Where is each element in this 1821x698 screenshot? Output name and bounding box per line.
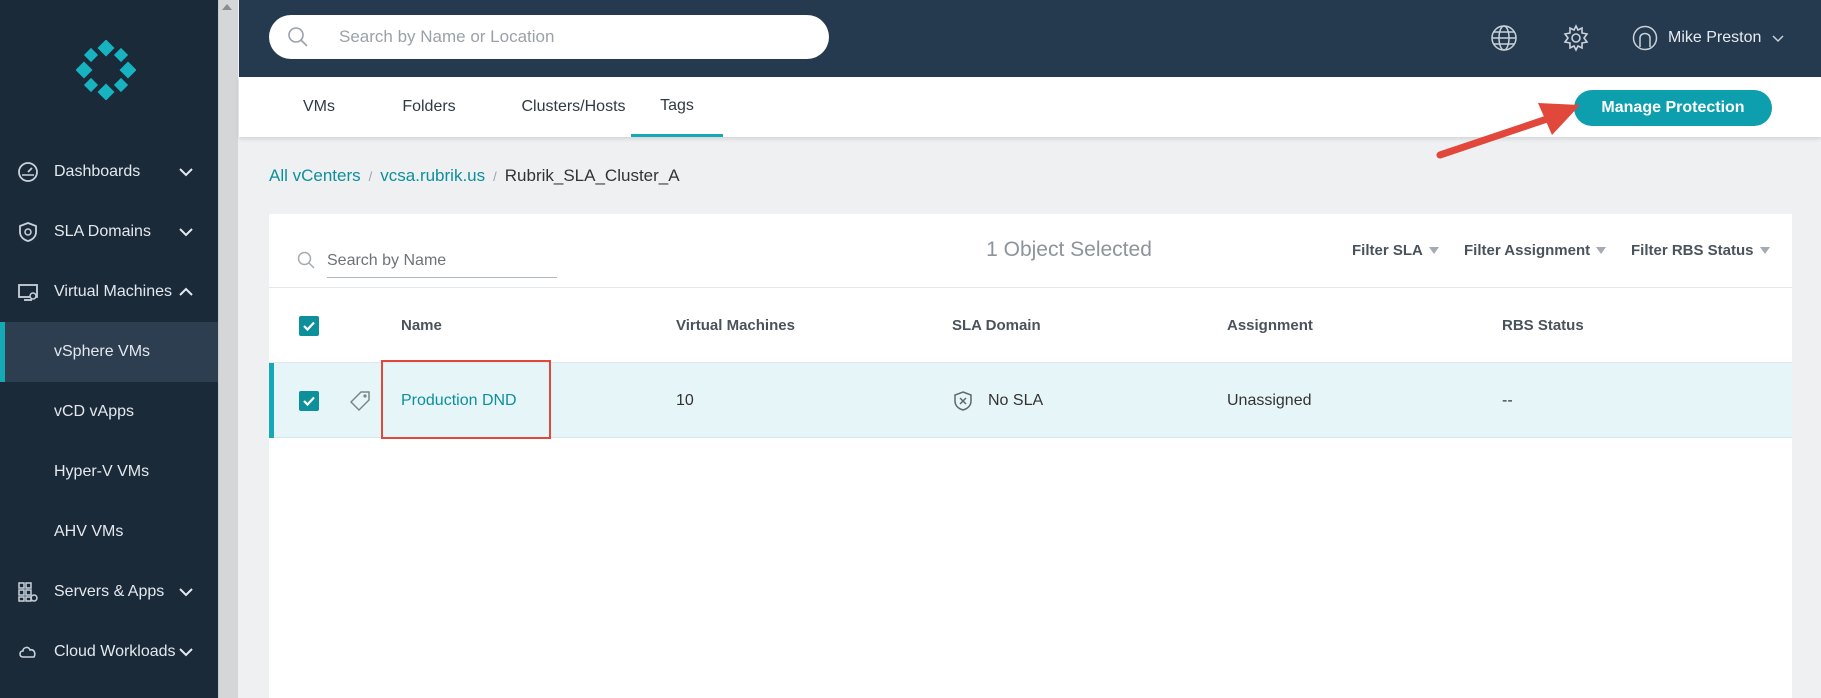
sidebar-item-sla-domains[interactable]: SLA Domains (0, 202, 218, 262)
table-row[interactable]: Production DND 10 No SLA Unassigned -- (269, 360, 1792, 439)
checkmark-icon (303, 321, 315, 332)
tag-icon (349, 391, 370, 412)
breadcrumb-all-vcenters[interactable]: All vCenters (269, 166, 361, 186)
sidebar-item-cloud-workloads[interactable]: Cloud Workloads (0, 622, 218, 682)
chevron-down-icon (179, 588, 193, 597)
column-header-sla-domain[interactable]: SLA Domain (952, 288, 1041, 363)
top-header: Mike Preston (239, 0, 1821, 77)
cloud-icon (19, 646, 36, 658)
sidebar-subitem-vcd-vapps[interactable]: vCD vApps (0, 382, 218, 442)
sidebar-item-servers-apps[interactable]: Servers & Apps (0, 562, 218, 622)
manage-protection-button[interactable]: Manage Protection (1574, 90, 1772, 126)
chevron-down-icon (179, 168, 193, 177)
selected-count: 1 Object Selected (986, 238, 1152, 261)
row-rbs-status: -- (1502, 391, 1513, 409)
sidebar-item-label: SLA Domains (54, 223, 151, 240)
filter-label: Filter SLA (1352, 242, 1423, 259)
filter-label: Filter Assignment (1464, 242, 1591, 259)
chevron-down-icon (1772, 35, 1784, 43)
table-toolbar: 1 Object Selected Filter SLA Filter Assi… (269, 214, 1792, 288)
annotation-highlight-box (381, 360, 551, 439)
filter-sla-dropdown[interactable]: Filter SLA (1352, 242, 1439, 259)
column-header-virtual-machines[interactable]: Virtual Machines (676, 288, 795, 363)
breadcrumb-separator: / (493, 168, 497, 184)
sidebar-subitem-label: vSphere VMs (54, 343, 151, 360)
shield-icon (19, 222, 37, 242)
sidebar-item-label: Servers & Apps (54, 583, 165, 600)
user-avatar-icon (1632, 25, 1658, 51)
chevron-down-icon (179, 648, 193, 657)
sidebar-item-label: Dashboards (54, 163, 141, 180)
name-search[interactable] (297, 244, 557, 278)
sidebar-item-label: Virtual Machines (54, 283, 172, 300)
sidebar-item-label: Cloud Workloads (54, 643, 176, 660)
tab-vms[interactable]: VMs (279, 77, 359, 137)
sidebar-subitem-label: AHV VMs (54, 523, 124, 540)
sidebar-subitem-hyper-v-vms[interactable]: Hyper-V VMs (0, 442, 218, 502)
sidebar-subitem-ahv-vms[interactable]: AHV VMs (0, 502, 218, 562)
column-header-assignment[interactable]: Assignment (1227, 288, 1313, 363)
breadcrumb: All vCenters / vcsa.rubrik.us / Rubrik_S… (269, 166, 680, 186)
caret-down-icon (1759, 247, 1770, 254)
sidebar-subitem-vsphere-vms[interactable]: vSphere VMs (0, 322, 218, 382)
tab-folders[interactable]: Folders (379, 77, 479, 137)
checkmark-icon (303, 396, 315, 407)
table-header: Name Virtual Machines SLA Domain Assignm… (269, 288, 1792, 363)
gear-icon[interactable] (1562, 24, 1590, 52)
filter-label: Filter RBS Status (1631, 242, 1754, 259)
sidebar: Dashboards SLA Domains Virtual Machines … (0, 0, 218, 698)
scroll-up-arrow-icon[interactable] (222, 4, 232, 10)
user-menu[interactable]: Mike Preston (1632, 24, 1785, 52)
sidebar-subitem-label: Hyper-V VMs (54, 463, 150, 480)
breadcrumb-vcsa[interactable]: vcsa.rubrik.us (380, 166, 485, 186)
breadcrumb-separator: / (368, 168, 373, 184)
column-header-rbs-status[interactable]: RBS Status (1502, 288, 1584, 363)
search-icon (297, 251, 315, 269)
select-all-checkbox[interactable] (299, 316, 319, 336)
no-sla-shield-icon (954, 390, 972, 411)
sidebar-item-dashboards[interactable]: Dashboards (0, 142, 218, 202)
tab-label: Folders (402, 98, 456, 115)
globe-icon[interactable] (1490, 24, 1518, 52)
sidebar-item-virtual-machines[interactable]: Virtual Machines (0, 262, 218, 322)
sidebar-subitem-label: vCD vApps (54, 403, 135, 420)
caret-down-icon (1428, 247, 1439, 254)
search-icon (288, 27, 308, 47)
tab-label: VMs (303, 98, 335, 115)
row-sla-domain: No SLA (952, 363, 1043, 438)
row-assignment: Unassigned (1227, 391, 1312, 409)
caret-down-icon (1596, 247, 1607, 254)
annotation-arrow-icon (1436, 103, 1580, 159)
row-sla-domain-label: No SLA (988, 391, 1044, 409)
global-search-input[interactable] (339, 23, 809, 51)
tab-label: Tags (660, 96, 694, 114)
global-search[interactable] (269, 15, 829, 59)
monitor-icon (18, 284, 38, 301)
tab-label: Clusters/Hosts (521, 98, 626, 115)
sidebar-scrollbar[interactable] (218, 0, 238, 698)
breadcrumb-current: Rubrik_SLA_Cluster_A (504, 166, 680, 185)
apps-grid-icon (18, 582, 38, 602)
user-name: Mike Preston (1668, 29, 1762, 46)
tab-tags[interactable]: Tags (631, 77, 723, 137)
filter-rbs-status-dropdown[interactable]: Filter RBS Status (1631, 242, 1770, 259)
column-header-name[interactable]: Name (401, 288, 442, 363)
row-checkbox[interactable] (299, 391, 319, 411)
tags-table-card: 1 Object Selected Filter SLA Filter Assi… (269, 214, 1792, 698)
rubrik-logo-icon (76, 40, 136, 100)
row-virtual-machines: 10 (676, 391, 694, 409)
dashboard-icon (18, 162, 38, 182)
chevron-down-icon (179, 228, 193, 237)
filter-assignment-dropdown[interactable]: Filter Assignment (1464, 242, 1607, 259)
chevron-up-icon (179, 287, 193, 296)
name-search-input[interactable] (327, 244, 557, 278)
tab-clusters-hosts[interactable]: Clusters/Hosts (496, 77, 651, 137)
